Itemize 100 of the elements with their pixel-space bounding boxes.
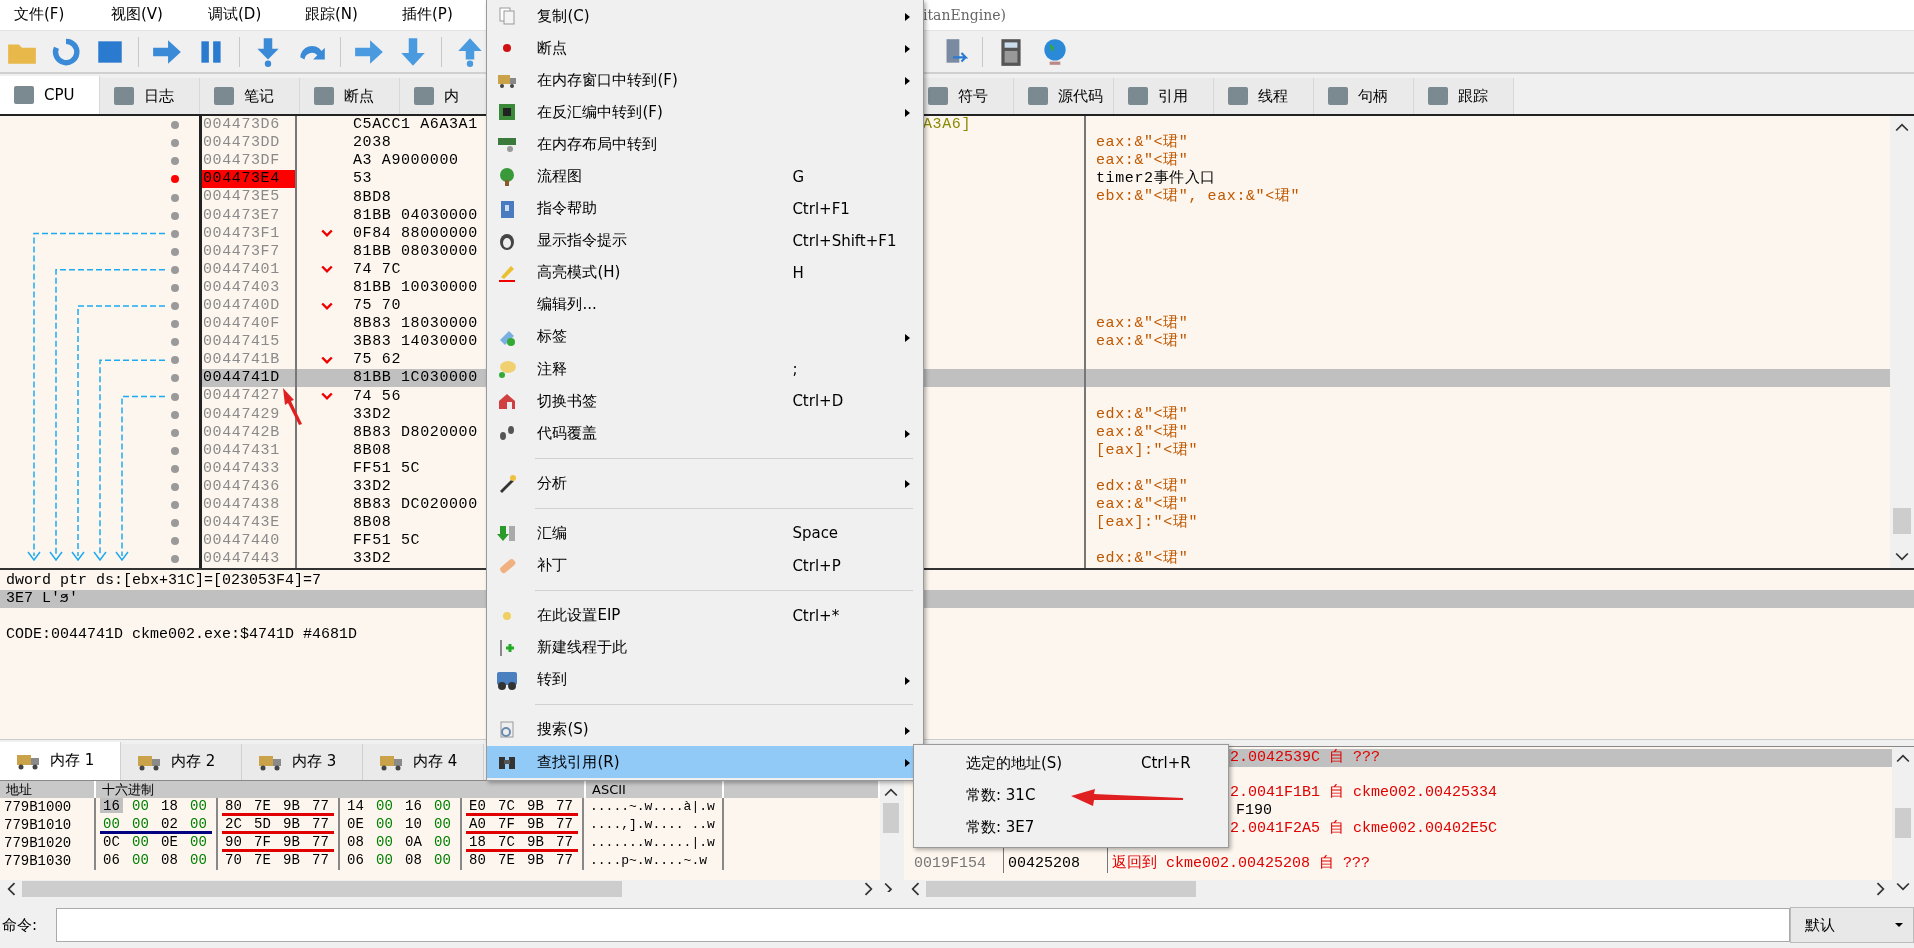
scroll-right-icon[interactable] xyxy=(1876,882,1886,897)
hex-byte: 08 xyxy=(346,833,365,849)
instruction-text: A3A6] xyxy=(923,116,971,134)
breakpoint-dot[interactable] xyxy=(171,410,179,419)
scroll-right-icon[interactable] xyxy=(864,882,874,897)
menu-item[interactable]: 常数: 3E7 xyxy=(914,811,1228,843)
scroll-up-icon[interactable] xyxy=(884,786,898,797)
copy-icon xyxy=(497,6,517,27)
hex-byte: 00 xyxy=(433,833,452,849)
breakpoint-dot[interactable] xyxy=(171,392,179,401)
menu-item[interactable]: 复制(C) xyxy=(487,0,923,33)
breakpoint-dot[interactable] xyxy=(171,501,179,510)
tab[interactable]: 线程 xyxy=(1214,78,1314,115)
menu-item[interactable]: 显示指令提示 Ctrl+Shift+F1 xyxy=(487,224,923,257)
breakpoint-dot[interactable] xyxy=(171,247,179,256)
info-line: dword ptr ds:[ebx+31C]=[023053F4]=7 xyxy=(5,572,323,591)
menu-item[interactable]: 新建线程于此 xyxy=(487,631,923,664)
tab[interactable]: 日志 xyxy=(100,78,200,115)
menu-item[interactable]: 流程图 G xyxy=(487,160,923,193)
menu-item[interactable]: 转到 xyxy=(487,663,923,696)
breakpoint-dot[interactable] xyxy=(171,175,179,184)
breakpoint-dot[interactable] xyxy=(171,265,179,274)
scroll-left-icon[interactable] xyxy=(910,882,920,897)
hex-byte: 80 xyxy=(468,851,487,867)
menu-item[interactable]: 常数: 31C xyxy=(914,779,1228,811)
scroll-thumb[interactable] xyxy=(1895,807,1911,838)
tab[interactable]: 跟踪 xyxy=(1414,78,1514,115)
column-header[interactable]: 地址 xyxy=(0,780,96,798)
scroll-left-icon[interactable] xyxy=(6,882,16,897)
menu-item[interactable]: 代码覆盖 xyxy=(487,417,923,450)
breakpoint-dot[interactable] xyxy=(171,121,179,130)
breakpoint-dot[interactable] xyxy=(171,302,179,311)
address-text: 004473DF xyxy=(203,152,280,170)
scrollbar[interactable] xyxy=(0,880,880,899)
breakpoint-dot[interactable] xyxy=(171,193,179,202)
tab[interactable]: 句柄 xyxy=(1314,78,1414,115)
menu-item[interactable]: 汇编 Space xyxy=(487,517,923,550)
scrollbar[interactable] xyxy=(880,780,902,899)
hex-byte: 7F xyxy=(253,833,272,849)
bytes-text: 8B83 18030000 xyxy=(353,315,478,334)
tab-icon xyxy=(114,87,134,106)
breakpoint-dot[interactable] xyxy=(171,555,179,564)
mode-dropdown[interactable]: 默认 xyxy=(1790,907,1914,944)
menu-item[interactable]: 跟踪(N) xyxy=(291,5,388,25)
menu-item[interactable]: 指令帮助 Ctrl+F1 xyxy=(487,192,923,225)
ascii-text: .......w.....|.w xyxy=(586,833,724,852)
scroll-thumb[interactable] xyxy=(926,881,1196,898)
scroll-up-icon[interactable] xyxy=(1896,752,1910,763)
command-field[interactable] xyxy=(56,908,1790,943)
menu-item[interactable]: 搜索(S) xyxy=(487,713,923,746)
scrollbar[interactable] xyxy=(1890,116,1914,569)
menu-item[interactable]: 切换书签 Ctrl+D xyxy=(487,385,923,418)
menu-item[interactable]: 断点 xyxy=(487,32,923,65)
menu-item[interactable]: 插件(P) xyxy=(388,5,485,25)
tab[interactable]: 引用 xyxy=(1114,78,1214,115)
scroll-up-icon[interactable] xyxy=(1895,122,1909,133)
menu-item[interactable]: 高亮模式(H) H xyxy=(487,256,923,289)
breakpoint-dot[interactable] xyxy=(171,356,179,365)
tab[interactable]: 内存 3 xyxy=(242,743,363,780)
tab[interactable]: 源代码 xyxy=(1014,78,1114,115)
menu-item[interactable]: 在内存布局中转到 xyxy=(487,128,923,161)
tab[interactable]: 内存 4 xyxy=(363,743,484,780)
breakpoint-dot[interactable] xyxy=(171,139,179,148)
scrollbar[interactable] xyxy=(1892,746,1914,899)
menu-item[interactable]: 编辑列... xyxy=(487,288,923,321)
breakpoint-dot[interactable] xyxy=(171,483,179,491)
scroll-thumb[interactable] xyxy=(1893,508,1911,535)
scroll-thumb[interactable] xyxy=(22,881,622,898)
scroll-down-icon[interactable] xyxy=(1896,882,1910,893)
menu-item[interactable]: 视图(V) xyxy=(97,5,194,25)
breakpoint-dot[interactable] xyxy=(171,428,179,437)
breakpoint-dot[interactable] xyxy=(171,211,179,220)
menu-item[interactable]: 标签 xyxy=(487,320,923,354)
annotation-arrow xyxy=(280,386,304,426)
menu-item[interactable]: 补丁 Ctrl+P xyxy=(487,549,923,582)
tab[interactable]: 笔记 xyxy=(200,78,300,115)
menu-item[interactable]: 调试(D) xyxy=(194,5,291,25)
breakpoint-dot[interactable] xyxy=(171,464,179,473)
breakpoint-dot[interactable] xyxy=(171,374,179,383)
tab[interactable]: 内存 2 xyxy=(121,743,242,780)
breakpoint-dot[interactable] xyxy=(171,320,179,329)
breakpoint-dot[interactable] xyxy=(171,283,179,292)
hex-byte: 80 xyxy=(224,797,243,813)
breakpoint-dot[interactable] xyxy=(171,537,179,546)
hex-byte: 9B xyxy=(526,797,545,813)
hex-byte: 77 xyxy=(555,833,574,849)
breakpoint-dot[interactable] xyxy=(171,519,179,528)
scroll-down-icon[interactable] xyxy=(1895,552,1909,563)
value-text: 00425208 xyxy=(1008,855,1080,873)
breakpoint-dot[interactable] xyxy=(171,338,179,347)
scroll-thumb[interactable] xyxy=(883,802,899,833)
breakpoint-dot[interactable] xyxy=(171,446,179,455)
hex-byte: 06 xyxy=(346,851,365,867)
menu-item[interactable]: 文件(F) xyxy=(0,5,97,25)
breakpoint-dot[interactable] xyxy=(171,229,179,238)
menu-item[interactable]: 分析 xyxy=(487,467,923,500)
breakpoint-dot[interactable] xyxy=(171,157,179,166)
tab[interactable]: 内存 1 xyxy=(0,741,121,780)
tab[interactable]: CPU xyxy=(0,76,100,115)
tab[interactable]: 断点 xyxy=(300,78,400,115)
